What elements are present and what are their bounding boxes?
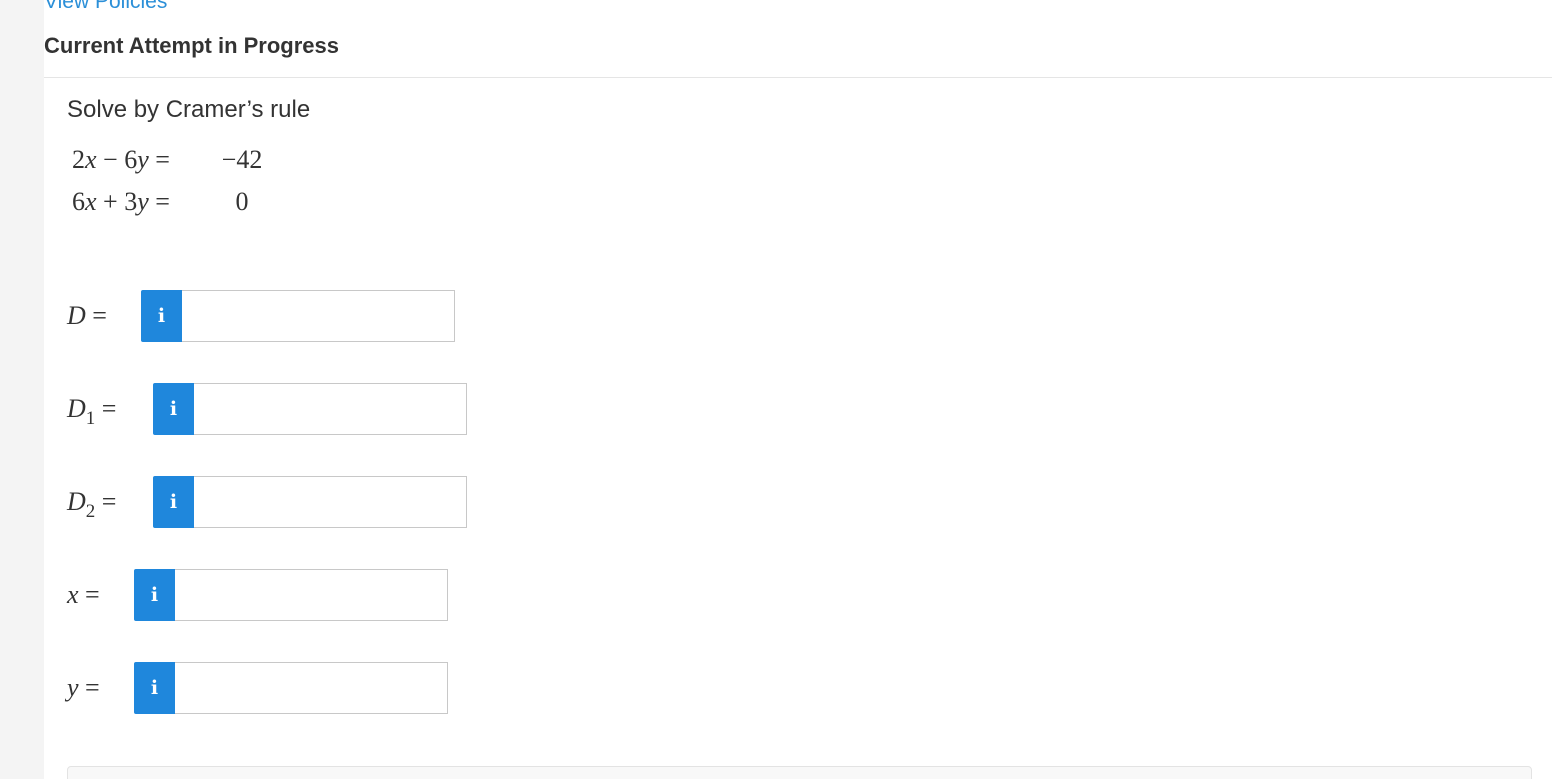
answer-group-d2: i	[153, 476, 467, 528]
answer-input-d2[interactable]	[194, 476, 467, 528]
answer-row-x: x = i	[67, 569, 448, 621]
equation-rhs: −42	[221, 145, 263, 174]
answer-row-y: y = i	[67, 662, 448, 714]
info-icon[interactable]: i	[153, 476, 194, 528]
equation-lhs: 6x + 3y =	[72, 187, 170, 216]
equation-lhs: 2x − 6y =	[72, 145, 170, 174]
answer-input-d1[interactable]	[194, 383, 467, 435]
answer-label-d2: D2 =	[67, 487, 117, 522]
answer-row-d: D = i	[67, 290, 455, 342]
answer-row-d1: D1 = i	[67, 383, 467, 435]
equation-rhs: 0	[235, 187, 249, 216]
answer-row-d2: D2 = i	[67, 476, 467, 528]
view-policies-link[interactable]: View Policies	[44, 0, 167, 14]
footer-panel	[67, 766, 1532, 779]
answer-input-x[interactable]	[175, 569, 448, 621]
answer-input-y[interactable]	[175, 662, 448, 714]
attempt-heading: Current Attempt in Progress	[44, 33, 340, 58]
answer-group-y: i	[134, 662, 448, 714]
left-gutter	[0, 0, 44, 779]
answer-group-x: i	[134, 569, 448, 621]
info-icon[interactable]: i	[141, 290, 182, 342]
divider	[44, 77, 1552, 78]
answer-label-d1: D1 =	[67, 394, 117, 429]
info-icon[interactable]: i	[134, 662, 175, 714]
answer-label-y: y =	[67, 673, 100, 702]
answer-group-d: i	[141, 290, 455, 342]
info-icon[interactable]: i	[134, 569, 175, 621]
answer-label-d: D =	[67, 301, 107, 330]
question-title: Solve by Cramer’s rule	[67, 96, 311, 123]
answer-label-x: x =	[67, 580, 100, 609]
answer-group-d1: i	[153, 383, 467, 435]
answer-input-d[interactable]	[182, 290, 455, 342]
info-icon[interactable]: i	[153, 383, 194, 435]
